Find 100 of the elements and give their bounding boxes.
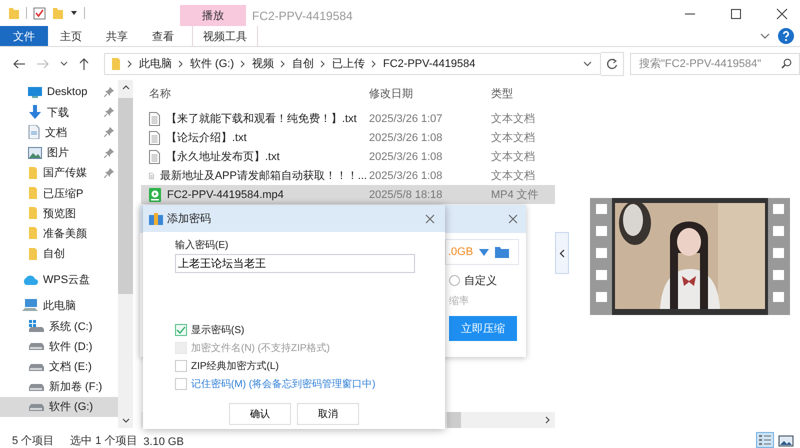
file-row[interactable]: 【永久地址发布页】.txt 2025/3/26 1:08 文本文档 bbox=[141, 147, 555, 166]
pin-icon[interactable] bbox=[104, 127, 114, 138]
forward-arrow-icon[interactable] bbox=[36, 58, 50, 70]
chevron-down-icon[interactable] bbox=[583, 60, 592, 66]
dialog-button[interactable]: 确认 bbox=[229, 403, 291, 425]
file-name: 最新地址及APP请发邮箱自动获取！！！... bbox=[160, 168, 367, 183]
address-bar[interactable]: 此电脑 软件 (G:) 视频 自创 已上传 FC2-PPV-4419584 bbox=[104, 52, 601, 74]
maximize-icon[interactable] bbox=[730, 8, 742, 20]
checkbox[interactable] bbox=[175, 324, 187, 336]
checkbox-label: ZIP经典加密方式(L) bbox=[191, 360, 279, 373]
window-title: FC2-PPV-4419584 bbox=[252, 9, 353, 23]
chevron-right-icon bbox=[178, 60, 184, 68]
drive-icon bbox=[28, 382, 44, 391]
close-icon[interactable] bbox=[425, 214, 435, 224]
large-icons-view-icon[interactable] bbox=[778, 434, 794, 448]
sidebar-item[interactable]: 国产传媒 bbox=[0, 162, 118, 183]
sidebar-item[interactable]: 图片 bbox=[0, 142, 118, 163]
cloud-icon bbox=[22, 274, 38, 286]
folder-icon bbox=[28, 206, 38, 220]
computer-icon bbox=[22, 299, 38, 312]
file-row[interactable]: 最新地址及APP请发邮箱自动获取！！！... 2025/3/26 1:08 文本文档 bbox=[141, 166, 555, 185]
file-row[interactable]: FC2-PPV-4419584.mp4 2025/5/8 18:18 MP4 文件 bbox=[141, 185, 555, 204]
folder-icon[interactable] bbox=[495, 246, 510, 258]
search-field[interactable]: 搜索"FC2-PPV-4419584" bbox=[630, 52, 800, 74]
document-icon bbox=[28, 125, 40, 140]
chevron-right-icon bbox=[240, 60, 246, 68]
details-view-icon[interactable] bbox=[756, 432, 774, 448]
scroll-thumb[interactable] bbox=[447, 412, 461, 428]
breadcrumb-item[interactable]: 软件 (G:) bbox=[190, 56, 234, 71]
pin-icon[interactable] bbox=[104, 107, 114, 118]
file-type: MP4 文件 bbox=[490, 188, 540, 202]
sidebar-item[interactable]: 软件 (D:) bbox=[0, 336, 118, 356]
close-icon[interactable] bbox=[776, 8, 788, 20]
help-icon[interactable] bbox=[778, 28, 794, 44]
column-header[interactable]: 名称 bbox=[141, 86, 367, 100]
dialog-button[interactable]: 取消 bbox=[297, 403, 359, 425]
breadcrumb-item[interactable]: 自创 bbox=[292, 56, 314, 71]
refresh-button[interactable] bbox=[601, 52, 624, 76]
sidebar-item[interactable]: 下载 bbox=[0, 102, 118, 122]
scroll-right-icon[interactable] bbox=[545, 416, 551, 424]
breadcrumb-item[interactable]: 视频 bbox=[252, 56, 274, 71]
scroll-thumb[interactable] bbox=[118, 98, 133, 294]
scroll-down-icon[interactable] bbox=[122, 418, 130, 424]
chevron-left-icon bbox=[559, 248, 565, 258]
checkbox[interactable] bbox=[175, 360, 187, 372]
checkbox-label: 记住密码(M) (将会备忘到密码管理窗口中) bbox=[191, 378, 376, 391]
file-row[interactable]: 【论坛介绍】.txt 2025/3/26 1:08 文本文档 bbox=[141, 128, 555, 147]
ribbon-tab[interactable]: 查看 bbox=[140, 26, 186, 46]
sidebar-item[interactable]: 新加卷 (F:) bbox=[0, 376, 118, 397]
drive-icon bbox=[28, 402, 44, 411]
sidebar-item[interactable]: 自创 bbox=[0, 244, 118, 264]
back-arrow-icon[interactable] bbox=[12, 58, 26, 70]
radio-button[interactable] bbox=[449, 275, 460, 286]
checkbox-icon[interactable] bbox=[33, 6, 46, 20]
file-row[interactable]: 【来了就能下载和观看！纯免费！】.txt 2025/3/26 1:07 文本文档 bbox=[141, 109, 555, 128]
sidebar-item[interactable]: WPS云盘 bbox=[0, 270, 118, 290]
file-type: 文本文档 bbox=[490, 150, 536, 164]
ribbon-tab[interactable]: 文件 bbox=[0, 26, 48, 46]
ribbon-tab[interactable]: 主页 bbox=[48, 26, 94, 46]
sidebar-item[interactable]: 文档 bbox=[0, 122, 118, 143]
dropdown-icon[interactable] bbox=[70, 9, 78, 17]
password-field[interactable]: 上老王论坛当老王 bbox=[175, 254, 415, 273]
sidebar-item[interactable]: 预览图 bbox=[0, 203, 118, 224]
sidebar-item[interactable]: 已压缩P bbox=[0, 182, 118, 204]
pin-icon[interactable] bbox=[104, 168, 114, 178]
sidebar-item[interactable]: 此电脑 bbox=[0, 296, 118, 316]
ribbon-tab[interactable]: 共享 bbox=[94, 26, 140, 46]
column-header[interactable]: 修改日期 bbox=[367, 86, 489, 100]
chevron-right-icon bbox=[280, 60, 286, 68]
column-header[interactable]: 类型 bbox=[489, 86, 555, 100]
pin-icon[interactable] bbox=[104, 87, 114, 98]
breadcrumb-item[interactable]: FC2-PPV-4419584 bbox=[383, 58, 476, 70]
scroll-up-icon[interactable] bbox=[122, 84, 130, 90]
sidebar-item[interactable]: Desktop bbox=[0, 82, 118, 102]
chevron-right-icon bbox=[371, 60, 377, 68]
scrollbar[interactable] bbox=[118, 80, 133, 428]
close-icon[interactable] bbox=[508, 214, 518, 224]
dropdown-icon bbox=[479, 248, 490, 256]
up-arrow-icon[interactable] bbox=[78, 56, 90, 70]
chevron-down-icon[interactable] bbox=[760, 32, 770, 40]
sidebar-item[interactable]: 文档 (E:) bbox=[0, 356, 118, 377]
ribbon-tab[interactable]: 视频工具 bbox=[192, 26, 258, 46]
breadcrumb-item[interactable]: 此电脑 bbox=[139, 56, 172, 71]
download-arrow-icon bbox=[28, 105, 42, 120]
sidebar-item[interactable]: 软件 (G:) bbox=[0, 396, 118, 417]
archive-icon bbox=[149, 212, 163, 224]
checkbox-label: 显示密码(S) bbox=[191, 324, 244, 337]
item-count: 5 个项目 bbox=[12, 434, 54, 448]
folder-icon bbox=[28, 166, 38, 180]
picture-icon bbox=[28, 146, 42, 159]
sidebar-item[interactable]: 系统 (C:) bbox=[0, 316, 118, 336]
breadcrumb-item[interactable]: 已上传 bbox=[332, 56, 365, 71]
pin-icon[interactable] bbox=[104, 148, 114, 158]
checkbox[interactable] bbox=[175, 378, 187, 390]
refresh-icon bbox=[606, 58, 618, 70]
text-file-icon bbox=[149, 150, 160, 164]
sidebar-item[interactable]: 准备美颜 bbox=[0, 223, 118, 244]
modified-date: 2025/3/26 1:08 bbox=[368, 150, 444, 162]
chevron-right-icon bbox=[320, 60, 326, 68]
chevron-down-icon[interactable] bbox=[60, 60, 68, 66]
